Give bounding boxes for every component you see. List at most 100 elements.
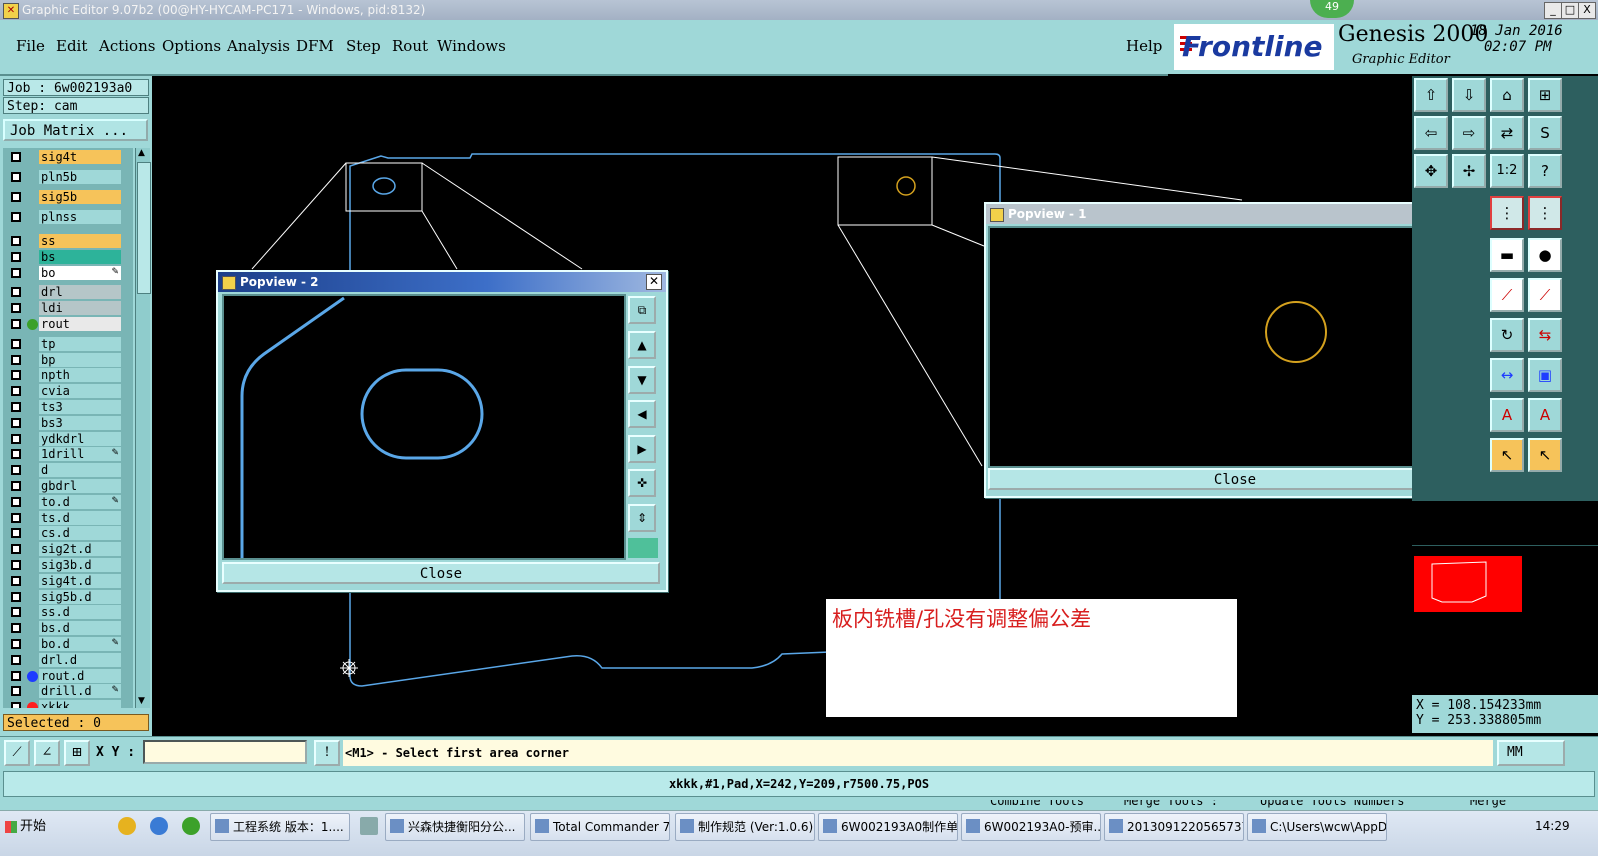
popview-2-close-button[interactable]: Close bbox=[222, 562, 660, 584]
layer-row[interactable]: ss.d bbox=[3, 605, 133, 620]
redraw-icon[interactable]: S bbox=[1528, 116, 1562, 150]
layer-row[interactable]: gbdrl bbox=[3, 479, 133, 494]
layer-row[interactable]: plnss bbox=[3, 210, 133, 225]
layer-name[interactable]: to.d bbox=[39, 494, 121, 509]
task-spec[interactable]: 制作规范 (Ver:1.0.6) bbox=[675, 813, 815, 841]
layer-checkbox[interactable] bbox=[11, 449, 21, 460]
app-icon[interactable] bbox=[182, 817, 200, 835]
pan-down-icon[interactable]: ▼ bbox=[628, 366, 656, 394]
layer-name[interactable]: ldi bbox=[39, 301, 121, 316]
job-matrix-button[interactable]: Job Matrix ... bbox=[3, 119, 148, 141]
flip-icon[interactable]: ⇄ bbox=[1490, 116, 1524, 150]
blocks-icon[interactable]: ▣ bbox=[1528, 358, 1562, 392]
layer-checkbox[interactable] bbox=[11, 370, 21, 381]
layer-checkbox[interactable] bbox=[11, 591, 21, 602]
layer-name[interactable]: plnss bbox=[39, 210, 121, 224]
zoom-1to2-icon[interactable]: 1:2 bbox=[1490, 154, 1524, 188]
layer-row[interactable]: ts.d bbox=[3, 510, 133, 526]
zoom-window-icon[interactable]: ⧉ bbox=[628, 296, 656, 324]
layer-checkbox[interactable] bbox=[11, 654, 21, 665]
mirror-icon[interactable]: ⇆ bbox=[1528, 318, 1562, 352]
layer-name[interactable]: bo.d bbox=[39, 637, 121, 651]
layer-name[interactable]: ts.d bbox=[39, 510, 121, 525]
layer-checkbox[interactable] bbox=[11, 319, 21, 329]
line-icon[interactable]: ⟋ bbox=[1490, 278, 1524, 312]
layer-name[interactable]: drill.d bbox=[39, 684, 121, 699]
menu-actions[interactable]: Actions bbox=[99, 37, 155, 55]
pan-right-icon[interactable]: ▶ bbox=[628, 435, 656, 463]
zoom-in-icon[interactable]: ✜ bbox=[628, 469, 656, 497]
pan-up-icon[interactable]: ▲ bbox=[628, 331, 656, 359]
layer-row[interactable]: bo.d ✎ bbox=[3, 637, 133, 652]
text-up-icon[interactable]: A bbox=[1490, 398, 1524, 432]
layer-name[interactable]: sig4t bbox=[39, 150, 121, 164]
ie-icon[interactable] bbox=[150, 817, 168, 835]
menu-options[interactable]: Options bbox=[162, 37, 221, 55]
layer-checkbox[interactable] bbox=[11, 212, 21, 222]
layer-name[interactable]: drl.d bbox=[39, 652, 121, 667]
layer-row[interactable]: sig2t.d bbox=[3, 542, 133, 557]
xy-input[interactable] bbox=[143, 740, 307, 764]
menu-dfm[interactable]: DFM bbox=[296, 37, 334, 55]
layer-name[interactable]: bs.d bbox=[39, 621, 121, 636]
home-up-icon[interactable]: ⇧ bbox=[1414, 78, 1448, 112]
grid-icon[interactable]: ⊞ bbox=[1528, 78, 1562, 112]
layer-name[interactable]: ss.d bbox=[39, 605, 121, 620]
layer-checkbox[interactable] bbox=[11, 267, 21, 278]
layer-row[interactable]: sig5b.d bbox=[3, 589, 133, 605]
measure-icon[interactable]: ↔ bbox=[1490, 358, 1524, 392]
layer-checkbox[interactable] bbox=[11, 386, 21, 397]
layer-name[interactable]: pln5b bbox=[39, 170, 121, 184]
layer-name[interactable]: d bbox=[39, 463, 121, 478]
layer-checkbox[interactable] bbox=[11, 465, 21, 476]
select-pointer-alt-icon[interactable]: ↖ bbox=[1528, 438, 1562, 472]
layer-row[interactable]: bo ✎ bbox=[3, 265, 133, 281]
layer-checkbox[interactable] bbox=[11, 512, 21, 523]
maximize-button[interactable]: □ bbox=[1561, 2, 1579, 19]
rotate-icon[interactable]: ↻ bbox=[1490, 318, 1524, 352]
snap-alt-icon[interactable]: ⋮ bbox=[1528, 196, 1562, 230]
layer-row[interactable]: cs.d bbox=[3, 526, 133, 541]
help-icon[interactable]: ? bbox=[1528, 154, 1562, 188]
mini-map[interactable] bbox=[1412, 545, 1598, 696]
minimize-button[interactable]: _ bbox=[1544, 2, 1562, 19]
task-review[interactable]: 6W002193A0-预审... bbox=[961, 813, 1101, 841]
layer-name[interactable]: xkkk bbox=[39, 700, 121, 708]
layer-name[interactable]: ydkdrl bbox=[39, 431, 121, 446]
layer-checkbox[interactable] bbox=[11, 152, 21, 162]
layer-name[interactable]: sig5b bbox=[39, 190, 121, 204]
layer-name[interactable]: npth bbox=[39, 368, 121, 383]
chrome-icon[interactable] bbox=[118, 817, 136, 835]
layer-checkbox[interactable] bbox=[11, 236, 21, 246]
layer-checkbox[interactable] bbox=[11, 623, 21, 634]
zoom-home-icon[interactable]: ✢ bbox=[1452, 154, 1486, 188]
layer-checkbox[interactable] bbox=[11, 544, 21, 555]
pad-icon[interactable]: ● bbox=[1528, 238, 1562, 272]
layer-row[interactable]: 1drill ✎ bbox=[3, 447, 133, 462]
zoom-fit-icon[interactable]: ✥ bbox=[1414, 154, 1448, 188]
popview-1-view[interactable] bbox=[988, 226, 1450, 468]
layer-name[interactable]: sig5b.d bbox=[39, 589, 121, 604]
layer-row[interactable]: xkkk bbox=[3, 700, 133, 708]
units-select[interactable]: MM bbox=[1497, 740, 1565, 766]
popview-2-close-icon[interactable]: ✕ bbox=[646, 274, 662, 290]
task-engineering-system[interactable]: 工程系统 版本：1.... bbox=[210, 813, 350, 841]
layer-name[interactable]: sig2t.d bbox=[39, 542, 121, 557]
ruler-icon[interactable]: ▬ bbox=[1490, 238, 1524, 272]
line-alt-icon[interactable]: ⟋ bbox=[1528, 278, 1562, 312]
angle-icon[interactable]: ∠ bbox=[34, 740, 60, 766]
layer-checkbox[interactable] bbox=[11, 496, 21, 507]
layer-checkbox[interactable] bbox=[11, 433, 21, 444]
menu-file[interactable]: File bbox=[16, 37, 45, 55]
layer-row[interactable]: ldi bbox=[3, 301, 133, 316]
layer-checkbox[interactable] bbox=[11, 303, 21, 314]
menu-step[interactable]: Step bbox=[346, 37, 381, 55]
layer-checkbox[interactable] bbox=[11, 287, 21, 298]
layer-checkbox[interactable] bbox=[11, 702, 21, 708]
layer-scrollbar[interactable]: ▲ ▼ bbox=[135, 148, 151, 708]
scroll-down-icon[interactable]: ▼ bbox=[138, 696, 148, 706]
layer-checkbox[interactable] bbox=[11, 402, 21, 412]
layer-checkbox[interactable] bbox=[11, 251, 21, 262]
layer-checkbox[interactable] bbox=[11, 607, 21, 618]
task-work-order[interactable]: 6W002193A0制作单... bbox=[818, 813, 958, 841]
